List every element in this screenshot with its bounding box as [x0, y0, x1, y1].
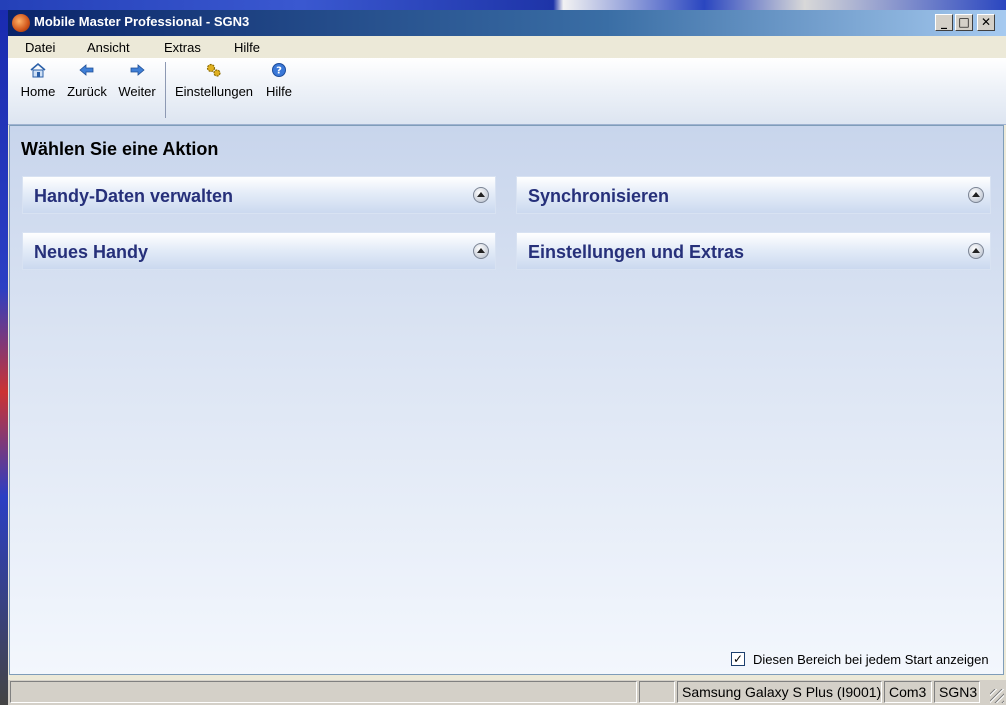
- back-button[interactable]: Zurück: [64, 62, 110, 102]
- panel-title: Synchronisieren: [528, 186, 670, 206]
- chevron-up-icon[interactable]: [473, 187, 489, 203]
- status-pane-empty: [639, 681, 675, 703]
- home-label: Home: [20, 84, 56, 99]
- close-button[interactable]: ✕: [977, 14, 995, 31]
- arrow-right-icon: [128, 62, 146, 78]
- menu-bar: Datei Ansicht Extras Hilfe: [8, 36, 1006, 58]
- status-pane-main: [10, 681, 637, 703]
- menu-extras[interactable]: Extras: [164, 40, 201, 55]
- app-window: Mobile Master Professional - SGN3 _ □ ✕ …: [8, 10, 1006, 705]
- status-device: Samsung Galaxy S Plus (I9001): [677, 681, 882, 703]
- back-label: Zurück: [67, 84, 107, 99]
- panel-title: Einstellungen und Extras: [528, 242, 745, 262]
- home-icon: [29, 62, 47, 78]
- settings-button[interactable]: Einstellungen: [174, 62, 254, 102]
- show-on-start-checkbox[interactable]: ✓: [731, 652, 745, 666]
- action-area: Wählen Sie eine Aktion Handy-Daten verwa…: [9, 125, 1004, 675]
- panel-title: Neues Handy: [34, 242, 149, 262]
- resize-grip[interactable]: [990, 689, 1004, 703]
- panel-handy-daten[interactable]: Handy-Daten verwalten: [22, 176, 496, 214]
- panel-synchronisieren[interactable]: Synchronisieren: [516, 176, 991, 214]
- show-on-start-option[interactable]: ✓ Diesen Bereich bei jedem Start anzeige…: [731, 652, 997, 668]
- toolbar-separator: [165, 62, 166, 118]
- svg-text:?: ?: [276, 66, 282, 77]
- window-title: Mobile Master Professional - SGN3: [34, 14, 250, 29]
- page-title: Wählen Sie eine Aktion: [21, 139, 219, 159]
- menu-hilfe[interactable]: Hilfe: [234, 40, 260, 55]
- toolbar: Home Zurück Weiter Einstellungen ? Hilfe: [8, 58, 1006, 125]
- show-on-start-label: Diesen Bereich bei jedem Start anzeigen: [753, 652, 989, 667]
- title-bar[interactable]: Mobile Master Professional - SGN3 _ □ ✕: [8, 10, 1006, 36]
- forward-button[interactable]: Weiter: [116, 62, 158, 102]
- settings-label: Einstellungen: [174, 84, 254, 99]
- panel-einstellungen-extras[interactable]: Einstellungen und Extras: [516, 232, 991, 270]
- forward-label: Weiter: [118, 84, 156, 99]
- menu-datei[interactable]: Datei: [25, 40, 55, 55]
- panel-neues-handy[interactable]: Neues Handy: [22, 232, 496, 270]
- status-bar: Samsung Galaxy S Plus (I9001) Com3 SGN3: [8, 680, 1006, 705]
- panel-title: Handy-Daten verwalten: [34, 186, 234, 206]
- minimize-button[interactable]: _: [935, 14, 953, 31]
- help-icon: ?: [270, 62, 288, 78]
- desktop-background: [0, 0, 1006, 10]
- chevron-up-icon[interactable]: [968, 187, 984, 203]
- help-button[interactable]: ? Hilfe: [264, 62, 294, 102]
- home-button[interactable]: Home: [18, 62, 58, 102]
- gears-icon: [205, 62, 223, 78]
- app-logo-icon[interactable]: [12, 14, 30, 32]
- menu-ansicht[interactable]: Ansicht: [87, 40, 130, 55]
- status-port: Com3: [884, 681, 932, 703]
- maximize-button[interactable]: □: [955, 14, 973, 31]
- desktop-background-left: [0, 10, 8, 705]
- status-profile: SGN3: [934, 681, 980, 703]
- chevron-up-icon[interactable]: [473, 243, 489, 259]
- help-label: Hilfe: [265, 84, 292, 99]
- chevron-up-icon[interactable]: [968, 243, 984, 259]
- arrow-left-icon: [78, 62, 96, 78]
